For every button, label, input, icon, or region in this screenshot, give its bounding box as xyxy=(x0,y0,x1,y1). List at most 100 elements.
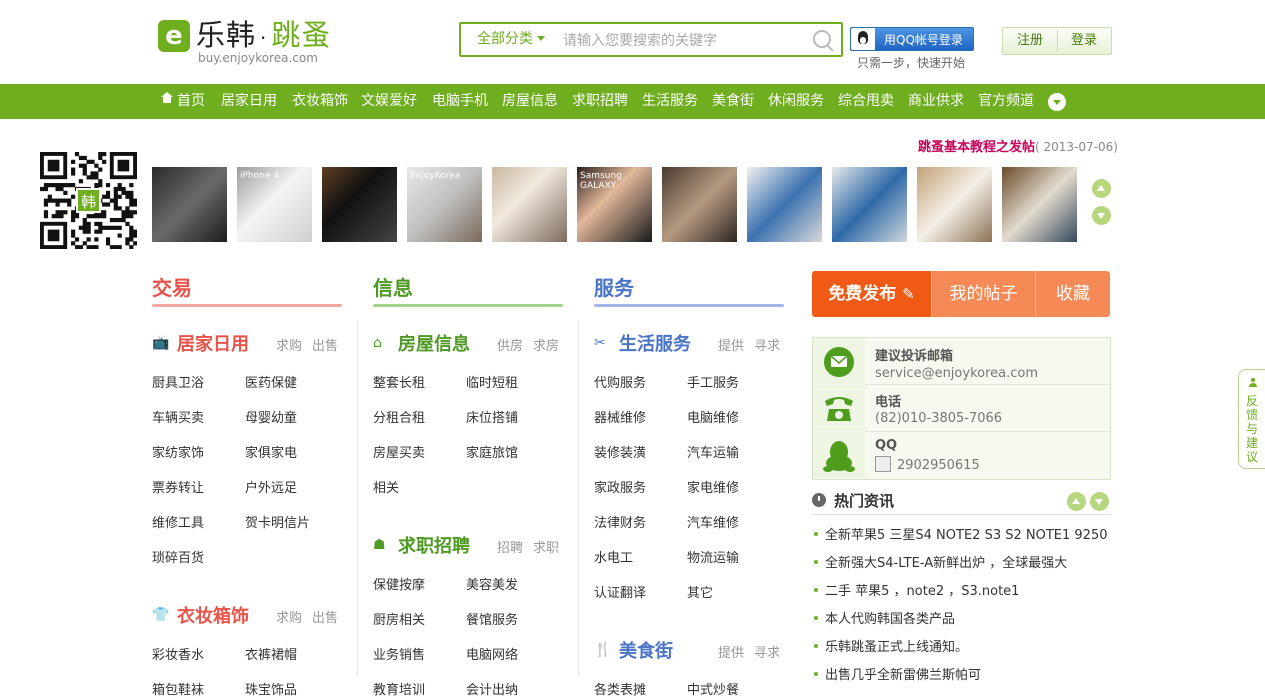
nav-item-0[interactable]: 首页 xyxy=(177,84,205,119)
category-link[interactable]: 家俱家电 xyxy=(245,442,297,461)
product-thumbnail[interactable] xyxy=(152,167,227,242)
category-link[interactable]: 中式炒餐 xyxy=(687,679,739,698)
category-link[interactable]: 分租合租 xyxy=(373,407,425,426)
carousel-up-icon[interactable] xyxy=(1092,179,1111,198)
category-action[interactable]: 招聘 xyxy=(497,537,523,556)
category-link[interactable]: 水电工 xyxy=(594,547,633,566)
category-link[interactable]: 珠宝饰品 xyxy=(245,679,297,698)
category-action[interactable]: 提供 xyxy=(718,335,744,354)
category-link[interactable]: 衣裤裙帽 xyxy=(245,644,297,663)
category-link[interactable]: 房屋买卖 xyxy=(373,442,425,461)
category-link[interactable]: 各类表摊 xyxy=(594,679,646,698)
category-link[interactable]: 手工服务 xyxy=(687,372,739,391)
tutorial-title[interactable]: 跳蚤基本教程之发帖 xyxy=(918,140,1035,155)
hot-news-item[interactable]: 二手 苹果5 ，note2 ，S3.note1 xyxy=(814,580,1019,599)
register-button[interactable]: 注册 xyxy=(1017,28,1043,54)
product-thumbnail[interactable] xyxy=(662,167,737,242)
category-action[interactable]: 求职 xyxy=(533,537,559,556)
category-action[interactable]: 出售 xyxy=(312,607,338,626)
hot-news-down-icon[interactable] xyxy=(1090,492,1109,511)
my-posts-button[interactable]: 我的帖子 xyxy=(931,271,1035,317)
category-link[interactable]: 教育培训 xyxy=(373,679,425,698)
nav-item-3[interactable]: 文娱爱好 xyxy=(361,84,417,119)
category-action[interactable]: 寻求 xyxy=(754,642,780,661)
category-link[interactable]: 临时短租 xyxy=(466,372,518,391)
carousel-down-icon[interactable] xyxy=(1092,206,1111,225)
logo-mark[interactable]: e xyxy=(158,20,190,52)
category-link[interactable]: 相关 xyxy=(373,477,399,496)
category-link[interactable]: 厨房相关 xyxy=(373,609,425,628)
category-link[interactable]: 车辆买卖 xyxy=(152,407,204,426)
qq-login-button[interactable]: 用QQ帐号登录 xyxy=(850,27,974,51)
category-link[interactable]: 维修工具 xyxy=(152,512,204,531)
category-link[interactable]: 汽车运输 xyxy=(687,442,739,461)
nav-item-9[interactable]: 休闲服务 xyxy=(768,84,824,119)
category-link[interactable]: 户外远足 xyxy=(245,477,297,496)
nav-item-5[interactable]: 房屋信息 xyxy=(502,84,558,119)
category-link[interactable]: 保健按摩 xyxy=(373,574,425,593)
contact-qq-value[interactable]: 2902950615 xyxy=(897,458,980,473)
hot-news-up-icon[interactable] xyxy=(1067,492,1086,511)
free-publish-button[interactable]: 免费发布 ✎ xyxy=(812,271,931,317)
category-link[interactable]: 家庭旅馆 xyxy=(466,442,518,461)
search-category-select[interactable]: 全部分类 xyxy=(477,24,545,55)
nav-item-12[interactable]: 官方频道 xyxy=(978,84,1034,119)
favorites-button[interactable]: 收藏 xyxy=(1035,271,1110,317)
category-title[interactable]: 房屋信息 xyxy=(398,330,470,356)
product-thumbnail[interactable] xyxy=(492,167,567,242)
category-action[interactable]: 出售 xyxy=(312,335,338,354)
product-thumbnail[interactable] xyxy=(322,167,397,242)
category-link[interactable]: 业务销售 xyxy=(373,644,425,663)
category-title[interactable]: 衣妆箱饰 xyxy=(177,602,249,628)
nav-item-4[interactable]: 电脑手机 xyxy=(432,84,488,119)
search-icon[interactable] xyxy=(813,30,831,48)
category-link[interactable]: 物流运输 xyxy=(687,547,739,566)
category-action[interactable]: 求购 xyxy=(276,335,302,354)
product-thumbnail[interactable] xyxy=(1002,167,1077,242)
category-link[interactable]: 家电维修 xyxy=(687,477,739,496)
nav-item-11[interactable]: 商业供求 xyxy=(908,84,964,119)
search-input[interactable] xyxy=(561,27,805,54)
hot-news-item[interactable]: 本人代购韩国各类产品 xyxy=(814,608,955,627)
category-action[interactable]: 提供 xyxy=(718,642,744,661)
nav-item-10[interactable]: 综合甩卖 xyxy=(838,84,894,119)
product-thumbnail[interactable]: iPhone 4 xyxy=(237,167,312,242)
nav-item-7[interactable]: 生活服务 xyxy=(642,84,698,119)
category-link[interactable]: 认证翻译 xyxy=(594,582,646,601)
category-link[interactable]: 母婴幼童 xyxy=(245,407,297,426)
hot-news-item[interactable]: 出售几乎全新雷佛兰斯帕可 xyxy=(814,664,981,683)
product-thumbnail[interactable]: EnjoyKorea xyxy=(407,167,482,242)
tutorial-link[interactable]: 跳蚤基本教程之发帖( 2013-07-06) xyxy=(918,136,1118,155)
product-thumbnail[interactable] xyxy=(747,167,822,242)
category-link[interactable]: 其它 xyxy=(687,582,713,601)
product-thumbnail[interactable] xyxy=(832,167,907,242)
hot-news-item[interactable]: 全新苹果5 三星S4 NOTE2 S3 S2 NOTE1 9250 xyxy=(814,524,1107,543)
category-link[interactable]: 贺卡明信片 xyxy=(245,512,310,531)
category-link[interactable]: 电脑网络 xyxy=(466,644,518,663)
category-link[interactable]: 厨具卫浴 xyxy=(152,372,204,391)
category-link[interactable]: 装修装潢 xyxy=(594,442,646,461)
nav-item-1[interactable]: 居家日用 xyxy=(221,84,277,119)
category-link[interactable]: 电脑维修 xyxy=(687,407,739,426)
category-link[interactable]: 会计出纳 xyxy=(466,679,518,698)
login-button[interactable]: 登录 xyxy=(1071,28,1097,54)
category-title[interactable]: 居家日用 xyxy=(177,330,249,356)
category-link[interactable]: 器械维修 xyxy=(594,407,646,426)
category-action[interactable]: 供房 xyxy=(497,335,523,354)
category-link[interactable]: 法律财务 xyxy=(594,512,646,531)
category-link[interactable]: 琐碎百货 xyxy=(152,547,204,566)
category-action[interactable]: 求房 xyxy=(533,335,559,354)
category-title[interactable]: 美食街 xyxy=(619,637,673,663)
category-link[interactable]: 代购服务 xyxy=(594,372,646,391)
nav-item-8[interactable]: 美食街 xyxy=(712,84,754,119)
nav-item-2[interactable]: 衣妆箱饰 xyxy=(292,84,348,119)
category-title[interactable]: 生活服务 xyxy=(619,330,691,356)
category-link[interactable]: 家纺家饰 xyxy=(152,442,204,461)
category-link[interactable]: 医药保健 xyxy=(245,372,297,391)
category-link[interactable]: 整套长租 xyxy=(373,372,425,391)
contact-email-value[interactable]: service@enjoykorea.com xyxy=(875,366,1038,381)
category-link[interactable]: 票券转让 xyxy=(152,477,204,496)
category-link[interactable]: 餐馆服务 xyxy=(466,609,518,628)
category-link[interactable]: 彩妆香水 xyxy=(152,644,204,663)
category-link[interactable]: 箱包鞋袜 xyxy=(152,679,204,698)
